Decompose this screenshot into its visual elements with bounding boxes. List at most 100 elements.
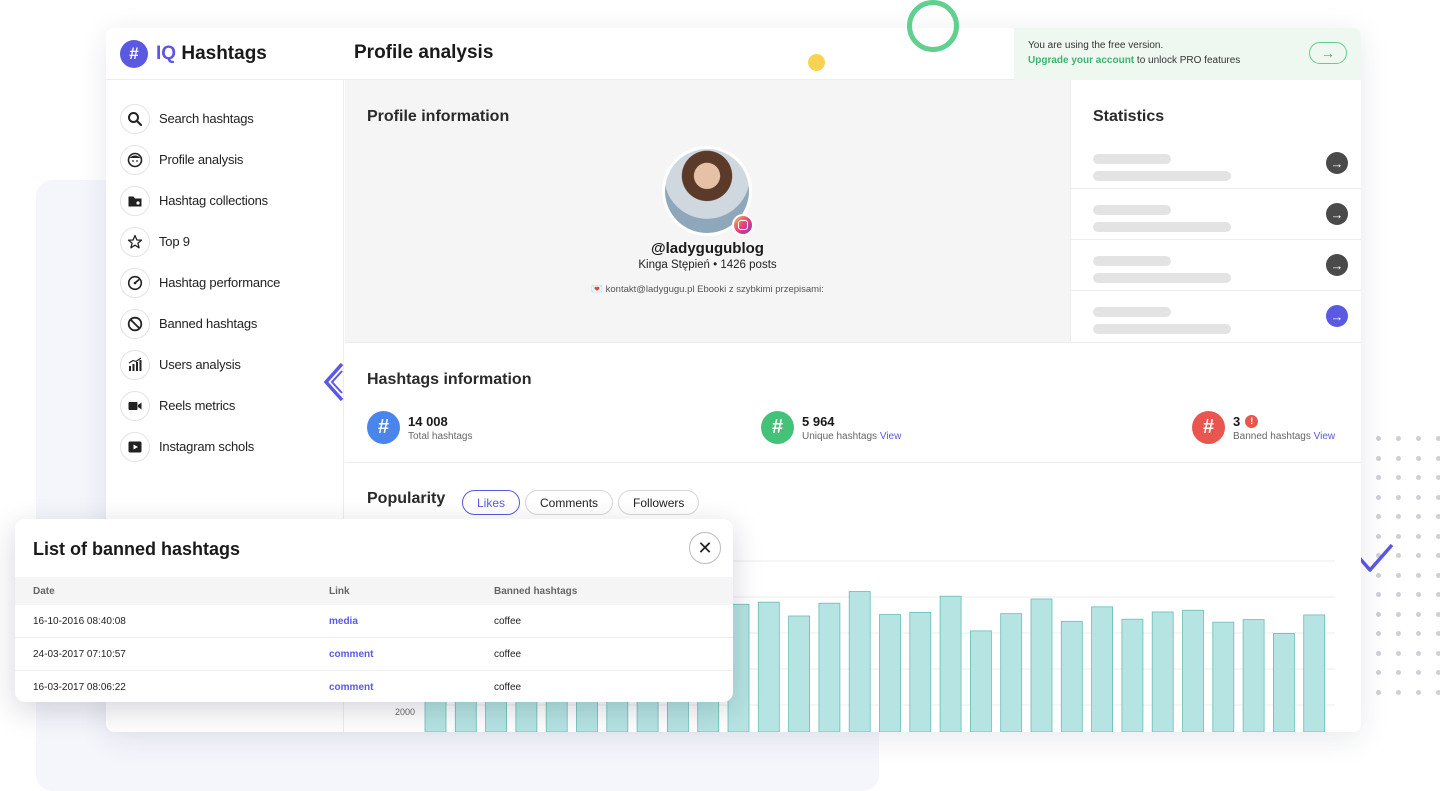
decorative-dot bbox=[1376, 533, 1381, 539]
sidebar-item-hashtag-collections[interactable]: Hashtag collections bbox=[106, 180, 343, 221]
upgrade-arrow-button[interactable]: → bbox=[1309, 42, 1347, 64]
skeleton-line bbox=[1093, 222, 1231, 232]
chart-bar[interactable] bbox=[848, 591, 871, 732]
arrow-right-icon[interactable]: → bbox=[1326, 254, 1348, 276]
chart-bar[interactable] bbox=[1182, 609, 1204, 732]
decorative-ring bbox=[907, 0, 959, 52]
statistics-section: Statistics → → → → bbox=[1070, 80, 1361, 343]
decorative-dot bbox=[1416, 553, 1421, 558]
skeleton-line bbox=[1093, 205, 1171, 215]
popularity-tabs: Likes Comments Followers bbox=[462, 490, 700, 515]
chart-bar[interactable] bbox=[1091, 606, 1113, 732]
decorative-dot bbox=[1376, 611, 1381, 617]
banned-hashtags-view-link[interactable]: View bbox=[1314, 431, 1336, 442]
chart-bar[interactable] bbox=[1121, 618, 1144, 732]
avatar-wrapper bbox=[662, 146, 754, 236]
decorative-dot bbox=[1436, 514, 1440, 519]
decorative-dot bbox=[1376, 650, 1381, 656]
chart-bar[interactable] bbox=[1242, 619, 1265, 732]
chart-bar[interactable] bbox=[1273, 633, 1295, 732]
hashtags-information-section: Hashtags information # 14 008 Total hash… bbox=[345, 343, 1361, 463]
tab-likes[interactable]: Likes bbox=[462, 490, 521, 515]
row-link[interactable]: media bbox=[311, 616, 476, 627]
chart-bar[interactable] bbox=[879, 614, 901, 732]
video-camera-icon bbox=[120, 390, 150, 421]
arrow-right-icon[interactable]: → bbox=[1326, 152, 1348, 174]
chart-bar[interactable] bbox=[1060, 620, 1083, 732]
stage: # IQ Hashtags Profile analysis You are u… bbox=[0, 0, 1440, 791]
warning-icon: ! bbox=[1245, 414, 1259, 428]
chart-bar[interactable] bbox=[939, 595, 962, 732]
y-tick-label: 2000 bbox=[395, 707, 415, 717]
sidebar-item-reels-metrics[interactable]: Reels metrics bbox=[106, 385, 343, 426]
decorative-dot bbox=[1396, 475, 1401, 480]
sidebar-item-profile-analysis[interactable]: Profile analysis bbox=[106, 139, 343, 180]
arrow-right-icon[interactable]: → bbox=[1326, 305, 1348, 327]
total-hashtags-label: Total hashtags bbox=[408, 430, 473, 442]
logo-text: IQ Hashtags bbox=[156, 43, 267, 65]
row-hashtag: coffee bbox=[494, 615, 522, 627]
profile-username: @ladygugublog bbox=[651, 240, 764, 257]
decorative-dot bbox=[1416, 436, 1421, 441]
chart-bar[interactable] bbox=[1212, 621, 1235, 732]
decorative-dot bbox=[1416, 631, 1421, 636]
chart-bar[interactable] bbox=[970, 630, 992, 732]
sidebar-item-label: Top 9 bbox=[159, 234, 190, 249]
row-hashtag: coffee bbox=[494, 648, 522, 660]
row-link[interactable]: comment bbox=[311, 649, 476, 660]
statistics-row[interactable]: → bbox=[1071, 291, 1361, 342]
gauge-icon bbox=[120, 267, 150, 298]
hashtag-logo-icon: # bbox=[120, 40, 148, 68]
statistics-row[interactable]: → bbox=[1071, 240, 1361, 291]
statistics-row[interactable]: → bbox=[1071, 138, 1361, 189]
sidebar-item-users-analysis[interactable]: Users analysis bbox=[106, 344, 343, 385]
decorative-dot bbox=[1416, 611, 1421, 617]
decorative-dot bbox=[1436, 436, 1440, 441]
chart-bar[interactable] bbox=[1000, 613, 1023, 732]
chart-bar[interactable] bbox=[818, 602, 841, 732]
search-icon bbox=[120, 103, 150, 134]
row-date: 16-10-2016 08:40:08 bbox=[33, 615, 126, 627]
unique-hashtags-value: 5 964 bbox=[802, 413, 835, 429]
sidebar-item-banned-hashtags[interactable]: Banned hashtags bbox=[106, 303, 343, 344]
row-link[interactable]: comment bbox=[311, 682, 476, 693]
close-icon[interactable]: ✕ bbox=[689, 532, 721, 564]
row-hashtag: coffee bbox=[494, 682, 522, 693]
banned-hashtags-label-text: Banned hashtags bbox=[1233, 430, 1311, 442]
sidebar-item-top-9[interactable]: Top 9 bbox=[106, 221, 343, 262]
chart-bar[interactable] bbox=[1303, 614, 1326, 732]
chart-bar[interactable] bbox=[757, 601, 780, 732]
decorative-dot bbox=[1416, 494, 1421, 500]
chart-bar[interactable] bbox=[1030, 598, 1053, 732]
arrow-right-icon[interactable]: → bbox=[1326, 203, 1348, 225]
promo-line-2: Upgrade your account to unlock PRO featu… bbox=[1028, 55, 1347, 66]
collapse-sidebar-chevron-icon[interactable] bbox=[320, 360, 350, 404]
table-row: 16-10-2016 08:40:08 media coffee bbox=[15, 605, 733, 638]
column-header-date: Date bbox=[33, 585, 55, 597]
statistics-row[interactable]: → bbox=[1071, 189, 1361, 240]
upgrade-link[interactable]: Upgrade your account bbox=[1028, 55, 1134, 66]
chart-bar[interactable] bbox=[1151, 611, 1174, 732]
hashtag-icon: # bbox=[761, 411, 794, 444]
decorative-dot bbox=[1436, 631, 1440, 636]
tab-followers[interactable]: Followers bbox=[618, 490, 700, 515]
decorative-dot bbox=[1396, 436, 1401, 441]
row-date: 24-03-2017 07:10:57 bbox=[33, 648, 126, 660]
sidebar-item-instagram-schols[interactable]: Instagram schols bbox=[106, 426, 343, 467]
sidebar-item-search-hashtags[interactable]: Search hashtags bbox=[106, 98, 343, 139]
sidebar-item-label: Hashtag collections bbox=[159, 193, 268, 208]
skeleton-line bbox=[1093, 256, 1171, 266]
folder-icon bbox=[120, 185, 150, 216]
logo[interactable]: # IQ Hashtags bbox=[120, 40, 267, 68]
chart-bar[interactable] bbox=[788, 615, 811, 732]
hashtags-info-title: Hashtags information bbox=[367, 371, 532, 388]
chart-bar[interactable] bbox=[909, 611, 932, 732]
decorative-dot bbox=[1416, 514, 1421, 519]
tab-comments[interactable]: Comments bbox=[525, 490, 614, 515]
skeleton-line bbox=[1093, 273, 1231, 283]
ban-icon bbox=[120, 308, 150, 339]
sidebar-item-hashtag-performance[interactable]: Hashtag performance bbox=[106, 262, 343, 303]
unique-hashtags-label-text: Unique hashtags bbox=[802, 430, 878, 442]
decorative-dot bbox=[1396, 533, 1401, 539]
unique-hashtags-view-link[interactable]: View bbox=[880, 431, 902, 442]
